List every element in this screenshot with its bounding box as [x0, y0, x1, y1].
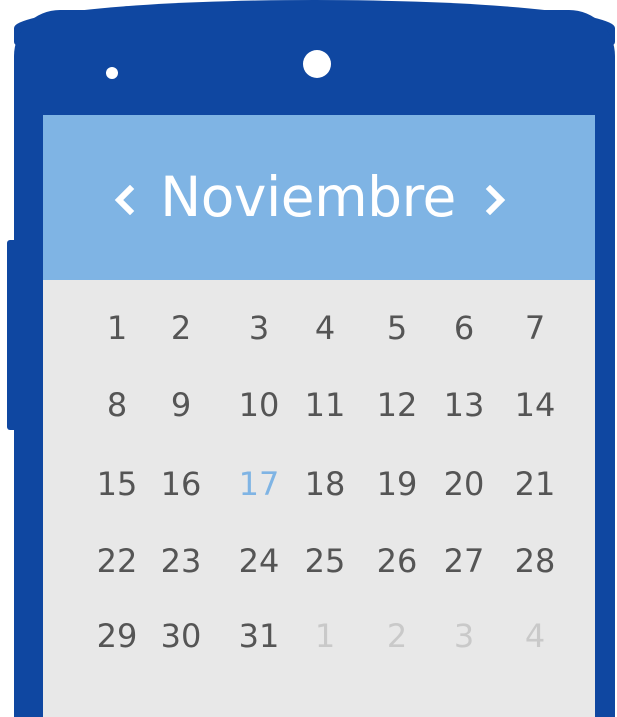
days-grid: 1 2 3 4 5 6 7 8 9 10 11 12 13 14 15 16 17 18 19 20 21 22 23 24 2… [43, 280, 595, 717]
next-month-button[interactable] [481, 185, 511, 215]
day-cell[interactable]: 13 [429, 380, 499, 430]
calendar-header: Noviembre [43, 115, 595, 280]
day-cell[interactable]: 6 [429, 303, 499, 353]
day-cell[interactable]: 30 [146, 611, 216, 661]
day-cell[interactable]: 1 [82, 303, 152, 353]
day-cell[interactable]: 18 [290, 459, 360, 509]
day-cell-other-month[interactable]: 3 [429, 611, 499, 661]
chevron-left-icon [114, 185, 135, 215]
day-cell[interactable]: 26 [362, 536, 432, 586]
day-cell[interactable]: 8 [82, 380, 152, 430]
day-cell-other-month[interactable]: 4 [500, 611, 570, 661]
day-cell[interactable]: 3 [224, 303, 294, 353]
day-cell[interactable]: 29 [82, 611, 152, 661]
day-cell[interactable]: 21 [500, 459, 570, 509]
day-cell[interactable]: 11 [290, 380, 360, 430]
month-title: Noviembre [160, 165, 456, 229]
day-cell[interactable]: 27 [429, 536, 499, 586]
day-cell-other-month[interactable]: 2 [362, 611, 432, 661]
day-cell[interactable]: 28 [500, 536, 570, 586]
day-cell[interactable]: 20 [429, 459, 499, 509]
sensor-icon [106, 67, 118, 79]
day-cell[interactable]: 31 [224, 611, 294, 661]
day-cell[interactable]: 24 [224, 536, 294, 586]
day-cell[interactable]: 22 [82, 536, 152, 586]
day-cell[interactable]: 25 [290, 536, 360, 586]
day-cell[interactable]: 16 [146, 459, 216, 509]
day-cell[interactable]: 10 [224, 380, 294, 430]
day-cell[interactable]: 14 [500, 380, 570, 430]
phone-device: Noviembre 1 2 3 4 5 6 7 8 9 10 11 12 13 14 15 16 17 18 19 2… [0, 0, 617, 717]
day-cell[interactable]: 5 [362, 303, 432, 353]
day-cell[interactable]: 7 [500, 303, 570, 353]
day-cell[interactable]: 23 [146, 536, 216, 586]
day-cell-other-month[interactable]: 1 [290, 611, 360, 661]
day-cell[interactable]: 12 [362, 380, 432, 430]
day-cell[interactable]: 2 [146, 303, 216, 353]
calendar-screen: Noviembre 1 2 3 4 5 6 7 8 9 10 11 12 13 14 15 16 17 18 19 2… [43, 115, 595, 717]
day-cell[interactable]: 15 [82, 459, 152, 509]
chevron-right-icon [485, 185, 506, 215]
prev-month-button[interactable] [109, 185, 139, 215]
day-cell-today[interactable]: 17 [224, 459, 294, 509]
day-cell[interactable]: 9 [146, 380, 216, 430]
day-cell[interactable]: 4 [290, 303, 360, 353]
day-cell[interactable]: 19 [362, 459, 432, 509]
camera-icon [303, 50, 331, 78]
